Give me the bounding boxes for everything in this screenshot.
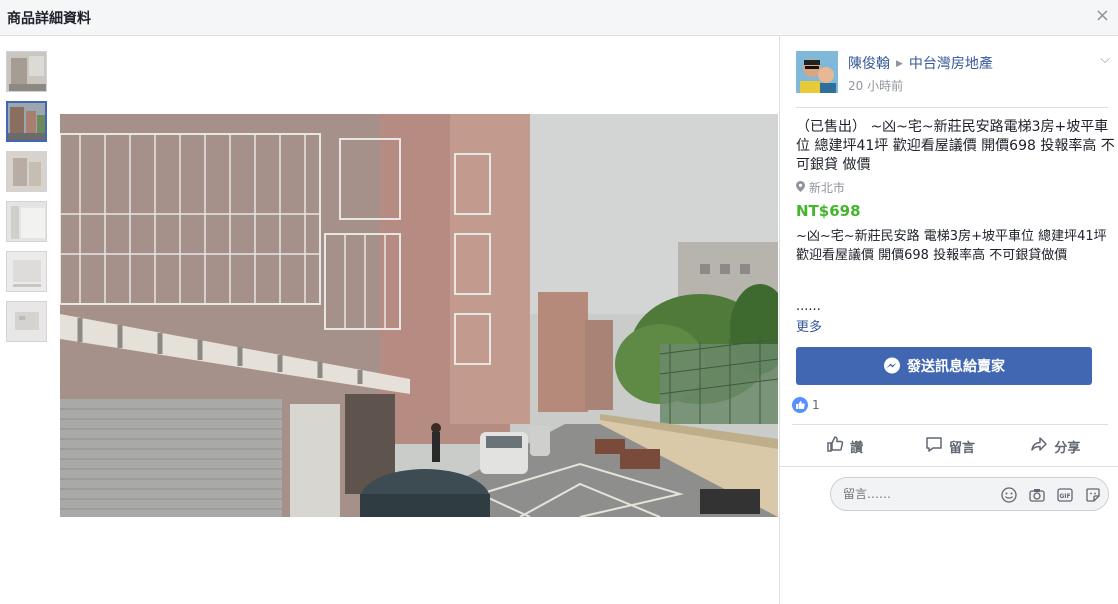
seller-name[interactable]: 陳俊翰 (848, 56, 890, 72)
comment-input[interactable] (843, 487, 983, 501)
listing-price: NT$698 (796, 202, 861, 220)
comment-button[interactable]: 留言 (897, 427, 1002, 465)
like-button[interactable]: 讚 (792, 427, 897, 465)
dialog-header: 商品詳細資料 × (0, 0, 1118, 36)
comment-icon (925, 435, 949, 457)
comment-label: 留言 (948, 440, 975, 456)
messenger-icon (883, 357, 901, 375)
comment-box[interactable]: GIF (830, 477, 1109, 511)
send-message-label: 發送訊息給賣家 (907, 359, 1005, 375)
thumbnail-strip (6, 51, 47, 351)
divider (796, 107, 1108, 108)
thumbnail-5[interactable] (6, 251, 47, 292)
chevron-down-icon[interactable]: ⌵ (1100, 52, 1110, 67)
camera-icon[interactable] (1028, 486, 1046, 504)
location-text: 新北市 (808, 181, 845, 195)
gif-icon[interactable]: GIF (1056, 486, 1074, 504)
divider (792, 424, 1108, 425)
listing-description: ~凶~宅~新莊民安路 電梯3房+坡平車位 總建坪41坪 歡迎看屋議價 開價698… (796, 229, 1107, 263)
seller-line: 陳俊翰 ▶ 中台灣房地產 (848, 53, 993, 73)
svg-text:GIF: GIF (1059, 493, 1070, 500)
reaction-count: 1 (812, 398, 820, 412)
seller-avatar[interactable] (796, 51, 838, 93)
thumbnail-2[interactable] (6, 101, 47, 142)
description-ellipsis: ...... (796, 299, 821, 314)
thumbnail-4[interactable] (6, 201, 47, 242)
group-name[interactable]: 中台灣房地產 (909, 56, 993, 72)
thumbs-up-icon (826, 435, 850, 457)
share-icon (1030, 435, 1054, 457)
post-time[interactable]: 20 小時前 (848, 77, 903, 94)
like-label: 讚 (850, 440, 864, 456)
location-pin-icon (796, 181, 809, 195)
like-reaction-icon (792, 397, 808, 413)
listing-details-panel: 陳俊翰 ▶ 中台灣房地產 20 小時前 ⌵ （已售出） ~凶~宅~新莊民安路電梯3房… (780, 36, 1118, 604)
location-line: 新北市 (796, 179, 845, 196)
listing-title: （已售出） ~凶~宅~新莊民安路電梯3房+坡平車位 總建坪41坪 歡迎看屋議價 … (796, 119, 1115, 173)
dialog-title: 商品詳細資料 (7, 11, 91, 27)
send-message-button[interactable]: 發送訊息給賣家 (796, 347, 1092, 385)
sticker-icon[interactable] (1084, 486, 1102, 504)
comment-tools: GIF (990, 486, 1102, 504)
triangle-right-icon: ▶ (896, 59, 903, 69)
main-listing-photo[interactable] (60, 114, 778, 517)
share-button[interactable]: 分享 (1003, 427, 1108, 465)
thumbnail-3[interactable] (6, 151, 47, 192)
emoji-icon[interactable] (1000, 486, 1018, 504)
action-bar: 讚 留言 分享 (792, 427, 1108, 465)
reactions-summary[interactable]: 1 (792, 397, 820, 413)
comment-area: GIF (780, 467, 1118, 604)
close-icon[interactable]: × (1095, 6, 1110, 26)
thumbnail-1[interactable] (6, 51, 47, 92)
share-label: 分享 (1054, 440, 1081, 456)
thumbnail-6[interactable] (6, 301, 47, 342)
see-more-link[interactable]: 更多 (796, 316, 822, 335)
